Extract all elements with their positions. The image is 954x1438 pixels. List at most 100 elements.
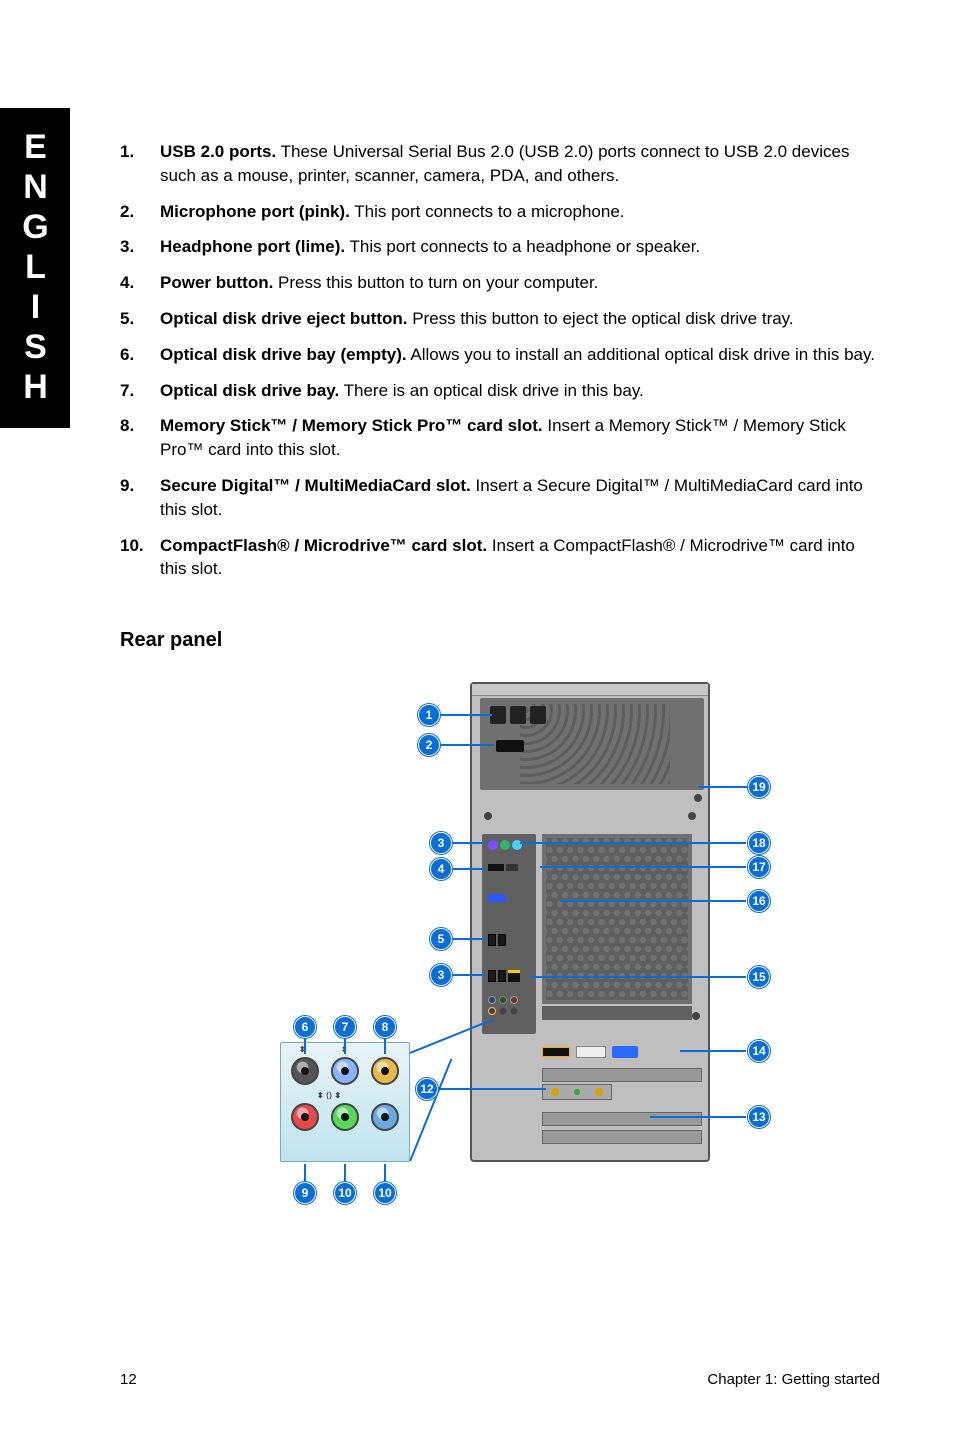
zoom-connector-line	[409, 1059, 452, 1162]
expansion-slot-cover	[542, 1068, 702, 1082]
callout-badge-16: 16	[748, 890, 770, 912]
list-item: 8.Memory Stick™ / Memory Stick Pro™ card…	[120, 414, 880, 462]
callout-badge-18: 18	[748, 832, 770, 854]
center-bass-jack-icon	[371, 1057, 399, 1085]
callout-badge-1: 1	[418, 704, 440, 726]
antenna-connector-icon	[551, 1088, 559, 1096]
item-number: 1.	[120, 140, 160, 188]
list-item: 10.CompactFlash® / Microdrive™ card slot…	[120, 534, 880, 582]
hdmi-port-icon	[488, 864, 504, 871]
antenna-connector-icon	[595, 1088, 603, 1096]
item-number: 8.	[120, 414, 160, 462]
callout-badge-6: 6	[294, 1016, 316, 1038]
callout-badge-10: 10	[334, 1182, 356, 1204]
language-label: ENGLISH	[16, 128, 55, 408]
callout-badge-19: 19	[748, 776, 770, 798]
usb-port-icon	[498, 970, 506, 982]
callout-badge-13: 13	[748, 1106, 770, 1128]
callout-badge-12: 12	[416, 1078, 438, 1100]
led-icon	[574, 1089, 580, 1095]
list-item: 6.Optical disk drive bay (empty). Allows…	[120, 343, 880, 367]
usb-port-icon	[498, 934, 506, 946]
item-text: Power button. Press this button to turn …	[160, 271, 880, 295]
card-dvi-icon	[576, 1046, 606, 1058]
screw-icon	[484, 812, 492, 820]
item-text: Optical disk drive bay (empty). Allows y…	[160, 343, 880, 367]
callout-line	[438, 714, 492, 716]
graphics-card-bracket	[542, 1042, 702, 1062]
callout-line	[384, 1164, 386, 1182]
callout-line	[450, 842, 486, 844]
callout-line	[450, 868, 486, 870]
display-port-icon	[506, 864, 518, 871]
list-item: 2.Microphone port (pink). This port conn…	[120, 200, 880, 224]
page-footer: 12 Chapter 1: Getting started	[120, 1371, 880, 1388]
ps2-keyboard-port-icon	[488, 840, 498, 850]
item-text: Optical disk drive eject button. Press t…	[160, 307, 880, 331]
power-socket-icon	[490, 706, 506, 724]
callout-line	[304, 1164, 306, 1182]
callout-line	[560, 900, 746, 902]
screw-icon	[694, 794, 702, 802]
ps2-mouse-port-icon	[500, 840, 510, 850]
list-item: 9.Secure Digital™ / MultiMediaCard slot.…	[120, 474, 880, 522]
card-hdmi-icon	[542, 1047, 570, 1057]
callout-line	[540, 866, 746, 868]
callout-badge-8: 8	[374, 1016, 396, 1038]
item-number: 6.	[120, 343, 160, 367]
callout-line	[520, 842, 746, 844]
audio-jack-icon	[510, 1007, 518, 1015]
item-number: 5.	[120, 307, 160, 331]
tower-body	[470, 682, 710, 1162]
usb-port-icon	[488, 934, 496, 946]
callout-badge-7: 7	[334, 1016, 356, 1038]
case-vent-grill	[542, 834, 692, 1004]
line-out-jack-icon	[331, 1103, 359, 1131]
list-item: 7.Optical disk drive bay. There is an op…	[120, 379, 880, 403]
list-item: 3.Headphone port (lime). This port conne…	[120, 235, 880, 259]
card-vga-icon	[612, 1046, 638, 1058]
expansion-slot-cover	[542, 1130, 702, 1144]
list-item: 4.Power button. Press this button to tur…	[120, 271, 880, 295]
io-shield	[482, 834, 536, 1034]
callout-line	[436, 1088, 546, 1090]
rear-panel-diagram: ⬍ ⬍ ⬍ ⟨⟩ ⬍ 1 2 3 4 5 3 12	[200, 682, 800, 1252]
callout-badge-3: 3	[430, 832, 452, 854]
callout-line	[450, 974, 486, 976]
lan-port-icon	[508, 970, 520, 982]
callout-badge-2: 2	[418, 734, 440, 756]
item-number: 2.	[120, 200, 160, 224]
item-number: 3.	[120, 235, 160, 259]
callout-badge-17: 17	[748, 856, 770, 878]
audio-cluster-zoom: ⬍ ⬍ ⬍ ⟨⟩ ⬍	[280, 1042, 410, 1162]
item-number: 9.	[120, 474, 160, 522]
audio-jack-icon	[499, 1007, 507, 1015]
callout-line	[650, 1116, 746, 1118]
mic-jack-icon	[291, 1103, 319, 1131]
item-text: Optical disk drive bay. There is an opti…	[160, 379, 880, 403]
line-in-jack-icon	[331, 1057, 359, 1085]
list-item: 1.USB 2.0 ports. These Universal Serial …	[120, 140, 880, 188]
callout-badge-3b: 3	[430, 964, 452, 986]
power-socket-icon	[530, 706, 546, 724]
callout-badge-4: 4	[430, 858, 452, 880]
callout-badge-15: 15	[748, 966, 770, 988]
psu-area	[480, 698, 704, 790]
item-text: USB 2.0 ports. These Universal Serial Bu…	[160, 140, 880, 188]
voltage-switch	[496, 740, 524, 752]
callout-line	[680, 1050, 746, 1052]
callout-line	[698, 786, 750, 788]
chapter-label: Chapter 1: Getting started	[707, 1371, 880, 1388]
callout-badge-14: 14	[748, 1040, 770, 1062]
item-number: 7.	[120, 379, 160, 403]
item-text: Memory Stick™ / Memory Stick Pro™ card s…	[160, 414, 880, 462]
callout-badge-9: 9	[294, 1182, 316, 1204]
callout-badge-10b: 10	[374, 1182, 396, 1204]
item-text: Microphone port (pink). This port connec…	[160, 200, 880, 224]
power-socket-icon	[510, 706, 526, 724]
audio-row-label: ⬍ ⟨⟩ ⬍	[317, 1091, 341, 1100]
numbered-list: 1.USB 2.0 ports. These Universal Serial …	[120, 140, 880, 581]
language-side-tab: ENGLISH	[0, 108, 70, 428]
callout-line	[384, 1036, 386, 1054]
section-heading: Rear panel	[120, 629, 880, 652]
